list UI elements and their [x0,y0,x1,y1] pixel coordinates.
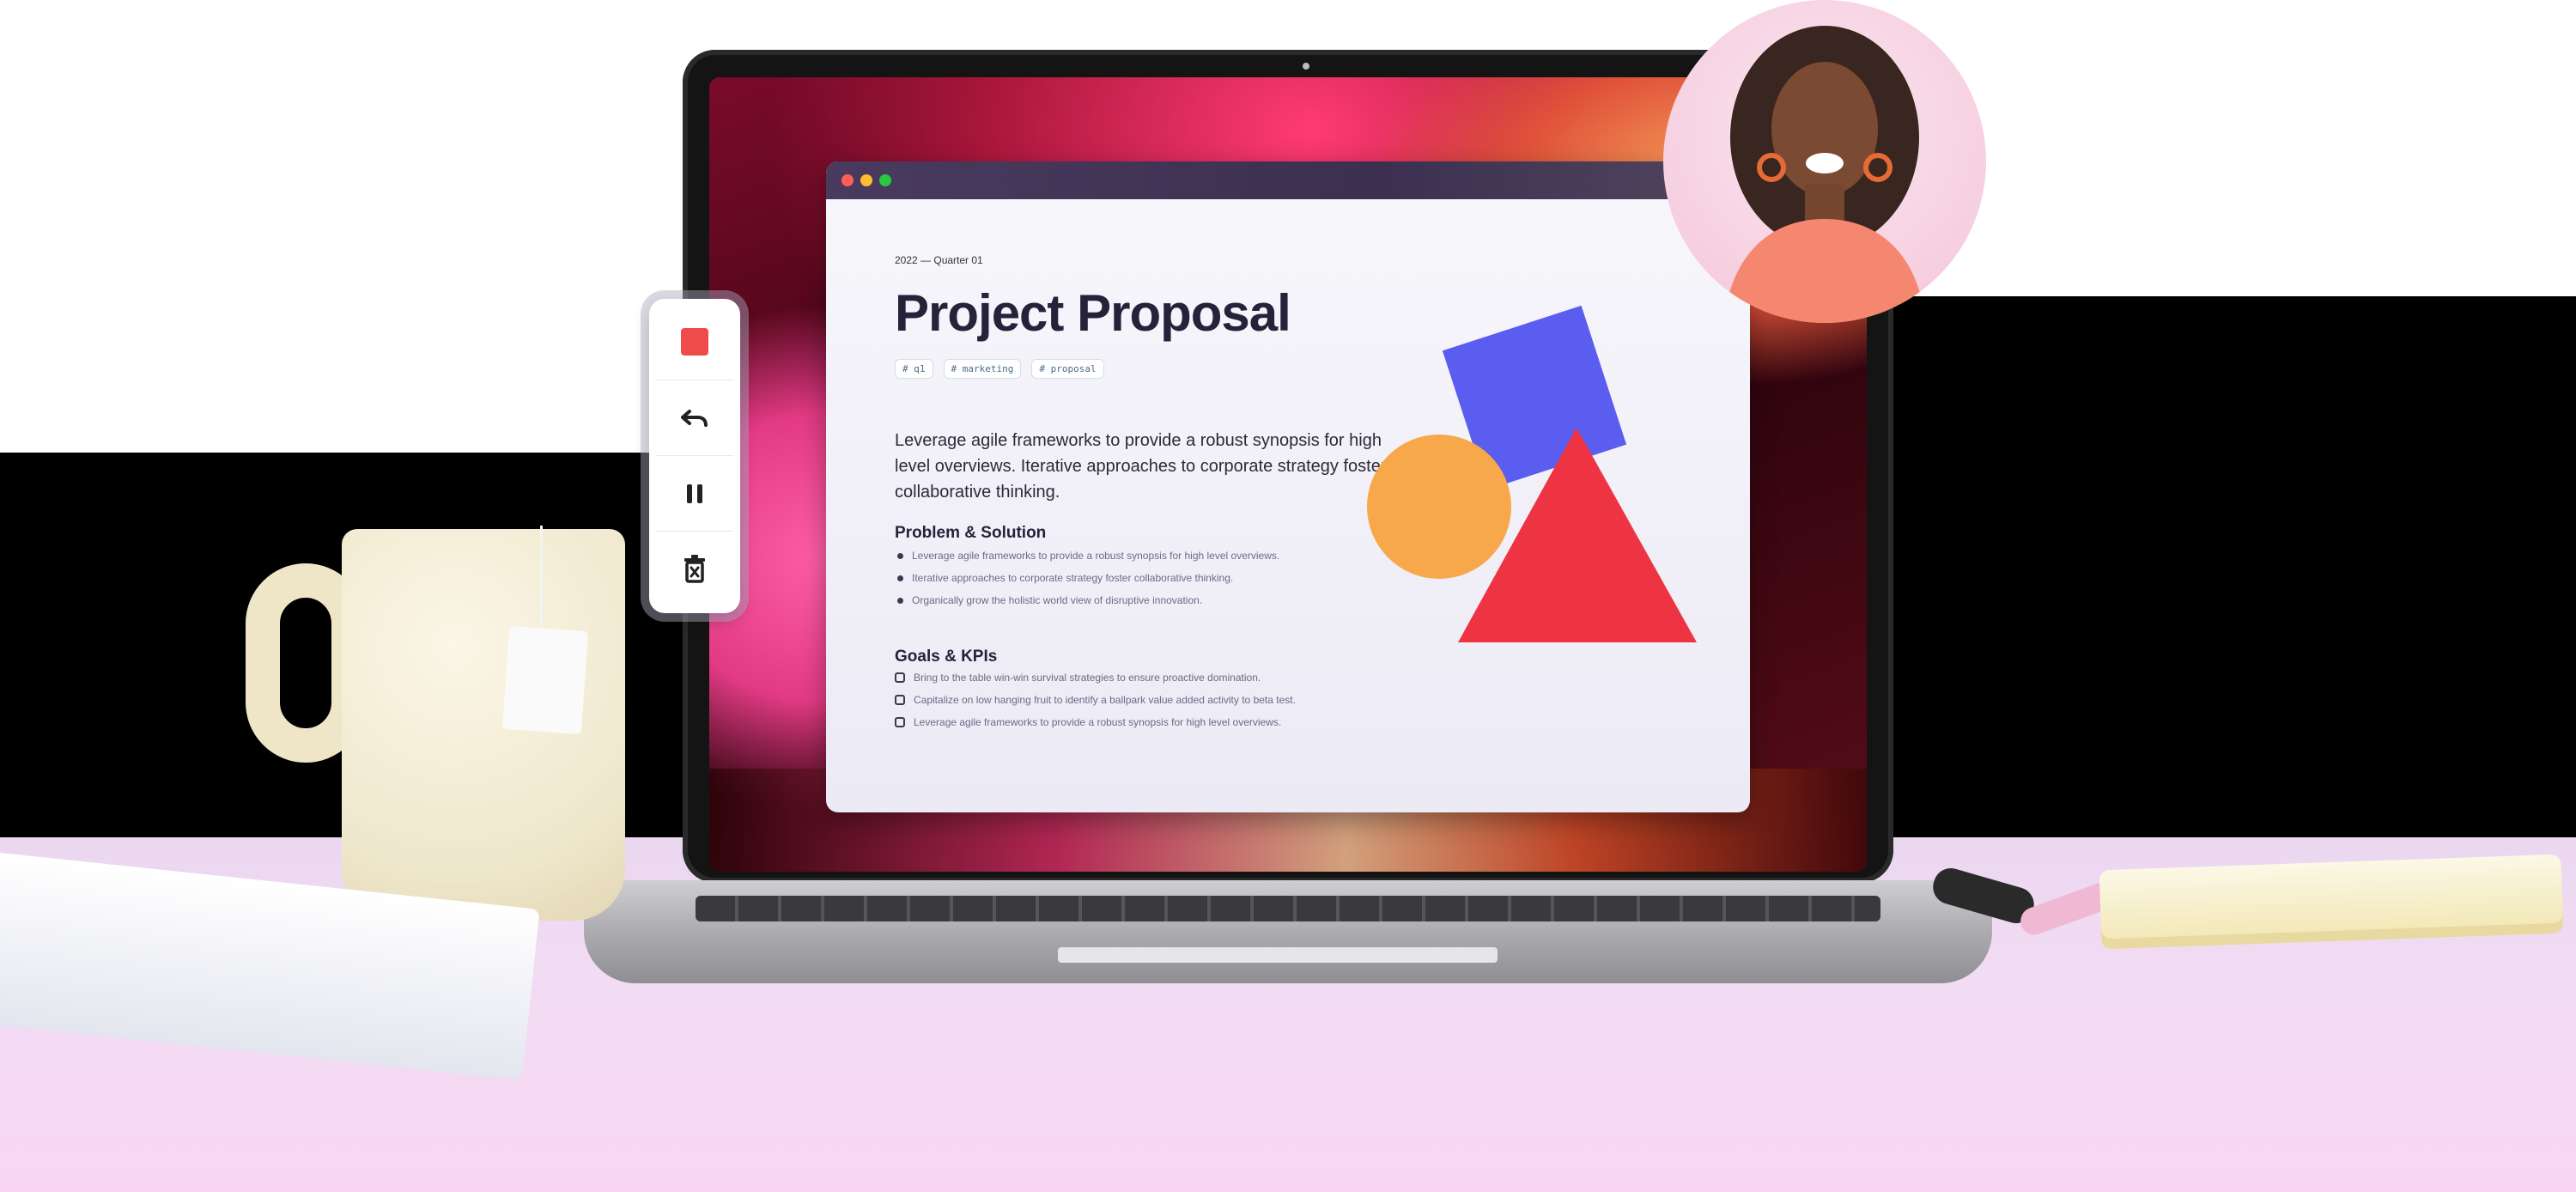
tag-q1[interactable]: # q1 [895,359,933,379]
tag-proposal[interactable]: # proposal [1031,359,1104,379]
recording-toolbar [649,299,740,613]
webcam-bubble[interactable] [1663,0,1986,323]
delete-recording-button[interactable] [656,531,733,607]
stop-recording-button[interactable] [656,304,733,380]
trash-icon [684,555,705,583]
checklist-item: Leverage agile frameworks to provide a r… [895,716,1296,739]
problem-heading: Problem & Solution [895,524,1047,542]
background-right [1872,296,2576,848]
teabag-string [540,526,543,636]
list-item: Iterative approaches to corporate strate… [895,572,1279,594]
document-meta: 2022 — Quarter 01 [895,254,983,266]
checkbox[interactable] [895,717,905,727]
tag-marketing[interactable]: # marketing [943,359,1022,379]
checklist-item-label: Leverage agile frameworks to provide a r… [914,716,1282,728]
undo-button[interactable] [656,380,733,456]
tag-list: # q1 # marketing # proposal [895,359,1104,379]
window-titlebar [826,161,1750,199]
list-item: Leverage agile frameworks to provide a r… [895,550,1279,572]
checklist-item-label: Capitalize on low hanging fruit to ident… [914,694,1296,706]
teabag-tag [501,625,589,735]
maximize-window-button[interactable] [879,174,891,186]
minimize-window-button[interactable] [860,174,872,186]
document-intro[interactable]: Leverage agile frameworks to provide a r… [895,428,1401,505]
checklist-item-label: Bring to the table win-win survival stra… [914,672,1261,684]
checkbox[interactable] [895,672,905,683]
laptop-trackpad [1058,947,1498,963]
document-window: 2022 — Quarter 01 Project Proposal # q1 … [826,161,1750,812]
undo-icon [681,410,708,427]
shapes-illustration [1367,305,1697,642]
pause-icon [687,484,702,503]
goals-heading: Goals & KPIs [895,648,998,666]
scene: 2022 — Quarter 01 Project Proposal # q1 … [0,0,2576,1192]
document-title[interactable]: Project Proposal [895,283,1291,343]
problem-list: Leverage agile frameworks to provide a r… [895,550,1279,617]
closed-book [2099,854,2564,950]
coffee-mug [342,529,625,921]
checklist-item: Capitalize on low hanging fruit to ident… [895,694,1296,716]
pause-button[interactable] [656,455,733,532]
checkbox[interactable] [895,695,905,705]
list-item: Organically grow the holistic world view… [895,594,1279,617]
laptop-camera [1303,63,1309,70]
orange-circle-shape [1367,435,1511,579]
stop-icon [681,328,708,356]
close-window-button[interactable] [841,174,854,186]
checklist-item: Bring to the table win-win survival stra… [895,672,1296,694]
webcam-person [1723,26,1926,323]
laptop-keyboard [696,896,1880,921]
goals-checklist: Bring to the table win-win survival stra… [895,672,1296,739]
